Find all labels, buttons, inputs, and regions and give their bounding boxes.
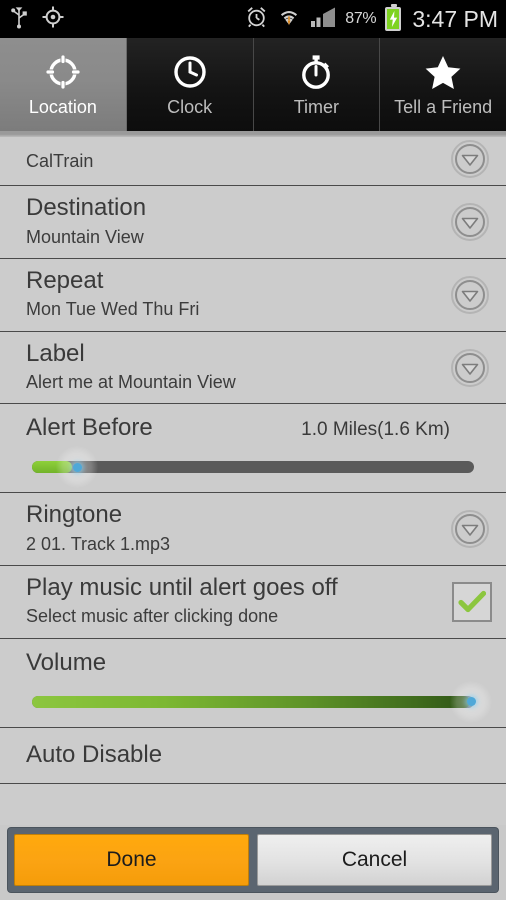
list-item-play-music[interactable]: Play music until alert goes off Select m… — [0, 566, 506, 639]
app-root: 87% 3:47 PM Location Clock Timer Tell a … — [0, 0, 506, 900]
list-item-text: Repeat Mon Tue Wed Thu Fri — [26, 259, 440, 331]
signal-icon — [310, 6, 336, 33]
volume-title: Volume — [26, 648, 107, 676]
list-item-title: Ringtone — [26, 501, 123, 529]
slider-thumb[interactable] — [56, 446, 98, 489]
list-item-subtitle: Alert me at Mountain View — [26, 371, 236, 392]
status-bar-left-icons — [10, 5, 64, 34]
list-item-title: Label — [26, 339, 85, 367]
tab-tell-a-friend-label: Tell a Friend — [394, 97, 493, 117]
done-button[interactable]: Done — [14, 834, 249, 886]
list-item-volume[interactable]: Volume — [0, 639, 506, 728]
tab-tell-a-friend[interactable]: Tell a Friend — [380, 38, 506, 131]
status-bar-clock: 3:47 PM — [412, 5, 498, 32]
cancel-button[interactable]: Cancel — [257, 834, 492, 886]
alert-before-slider[interactable] — [26, 446, 492, 489]
alert-before-title: Alert Before — [26, 414, 153, 442]
wifi-icon — [277, 6, 301, 33]
gps-icon — [42, 6, 64, 33]
list-item-subtitle: Mon Tue Wed Thu Fri — [26, 299, 200, 320]
status-bar-right-icons: 87% 3:47 PM — [245, 4, 498, 33]
list-item-text: Destination Mountain View — [26, 186, 440, 258]
slider-thumb[interactable] — [450, 680, 492, 723]
settings-list[interactable]: CalTrain Destination Mountain View Repea… — [0, 137, 506, 825]
status-bar: 87% 3:47 PM — [0, 0, 506, 38]
chevron-down-icon[interactable] — [448, 200, 492, 244]
list-item-destination[interactable]: Destination Mountain View — [0, 186, 506, 260]
list-item-label[interactable]: Label Alert me at Mountain View — [0, 332, 506, 405]
checkmark-icon — [458, 590, 486, 612]
list-item-subtitle: CalTrain — [26, 151, 94, 171]
battery-percent: 87% — [345, 10, 377, 27]
chevron-down-icon[interactable] — [448, 346, 492, 390]
tab-timer-label: Timer — [293, 97, 340, 117]
battery-icon — [385, 4, 402, 31]
tab-location[interactable]: Location — [0, 38, 127, 131]
bottom-action-bar: Done Cancel — [8, 828, 498, 892]
list-item-text: Label Alert me at Mountain View — [26, 332, 440, 404]
play-music-checkbox[interactable] — [452, 581, 492, 622]
star-icon — [423, 48, 463, 96]
list-item-subtitle: Select music after clicking done — [26, 606, 279, 627]
charging-bolt-icon — [389, 11, 398, 27]
volume-header: Volume — [26, 649, 492, 677]
list-item-subtitle: 2 01. Track 1.mp3 — [26, 533, 171, 554]
crosshair-icon — [43, 48, 83, 96]
list-item-title: Auto Disable — [26, 740, 163, 768]
list-item-ringtone[interactable]: Ringtone 2 01. Track 1.mp3 — [0, 493, 506, 567]
tab-bar: Location Clock Timer Tell a Friend — [0, 38, 506, 134]
alert-before-header: Alert Before 1.0 Miles(1.6 Km) — [26, 414, 492, 442]
list-item-title: Repeat — [26, 267, 104, 295]
list-item-alert-before[interactable]: Alert Before 1.0 Miles(1.6 Km) — [0, 404, 506, 494]
tab-timer[interactable]: Timer — [253, 38, 381, 131]
stopwatch-icon — [296, 48, 336, 96]
alert-before-value: 1.0 Miles(1.6 Km) — [301, 419, 450, 441]
slider-track — [32, 461, 474, 474]
list-item-title: Destination — [26, 194, 147, 222]
chevron-down-icon[interactable] — [448, 137, 492, 181]
list-item-text: Auto Disable — [26, 733, 492, 778]
volume-slider[interactable] — [26, 680, 492, 723]
tab-location-label: Location — [28, 97, 97, 117]
list-item-subtitle: Mountain View — [26, 226, 144, 247]
slider-fill — [32, 695, 470, 708]
clock-icon — [170, 48, 210, 96]
list-item-title: Play music until alert goes off — [26, 574, 338, 602]
list-item-partial-top[interactable]: CalTrain — [0, 137, 506, 187]
list-item-text: Play music until alert goes off Select m… — [26, 566, 444, 638]
chevron-down-icon[interactable] — [448, 273, 492, 317]
list-item-text: CalTrain — [26, 137, 440, 185]
alarm-icon — [245, 5, 268, 33]
tab-clock[interactable]: Clock — [126, 38, 254, 131]
list-item-repeat[interactable]: Repeat Mon Tue Wed Thu Fri — [0, 259, 506, 332]
chevron-down-icon[interactable] — [448, 507, 492, 551]
list-item-auto-disable[interactable]: Auto Disable — [0, 728, 506, 784]
list-item-text: Ringtone 2 01. Track 1.mp3 — [26, 493, 440, 565]
usb-icon — [10, 5, 28, 34]
tab-clock-label: Clock — [167, 97, 213, 117]
